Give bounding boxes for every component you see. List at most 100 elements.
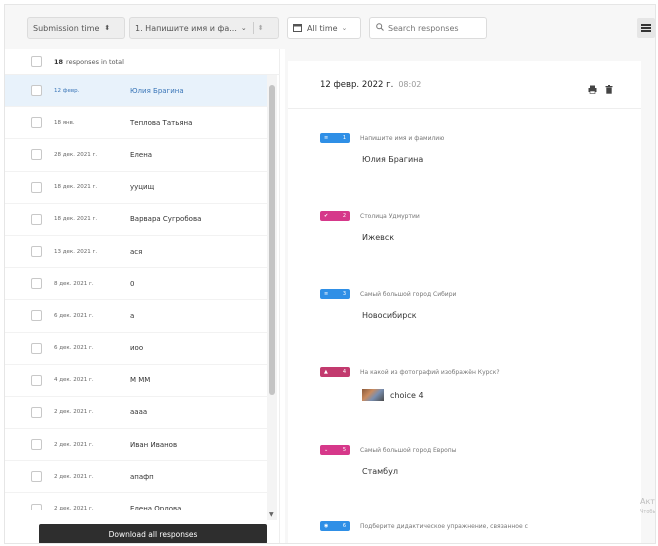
choice-image-thumbnail [362, 389, 384, 401]
response-row[interactable]: 18 дек. 2021 г. ууцищ [5, 172, 267, 204]
response-row-name: М ММ [130, 376, 151, 385]
response-row-name: апафп [130, 472, 154, 481]
time-filter-label: All time [307, 23, 338, 33]
question-header: ⌄ 5 Самый большой город Европы [320, 445, 640, 455]
response-row-name: аааа [130, 408, 148, 417]
response-row[interactable]: 2 дек. 2021 г. аааа [5, 397, 267, 430]
answer-block: ▲ 4 На какой из фотографий изображён Курск… [320, 367, 640, 401]
question-filter-dropdown[interactable]: 1. Напишите имя и фа... ⌄ ⬍ [129, 17, 279, 39]
download-all-label: Download all responses [108, 529, 198, 539]
response-row[interactable]: 13 дек. 2021 г. ася [5, 236, 267, 269]
toolbar: Submission time ⬍ 1. Напишите имя и фа..… [5, 5, 655, 49]
question-type-icon: ≡ [324, 135, 329, 141]
question-type-icon: ◉ [324, 523, 329, 529]
response-row-name: Варвара Сугробова [130, 215, 202, 224]
response-row[interactable]: 6 дек. 2021 г. а [5, 300, 267, 333]
response-row[interactable]: 18 дек. 2021 г. Варвара Сугробова [5, 204, 267, 236]
search-input[interactable] [388, 23, 483, 33]
response-row-date: 18 дек. 2021 г. [54, 216, 98, 223]
answer-text: Стамбул [362, 467, 398, 476]
question-number: 4 [342, 369, 346, 375]
question-type-icon: ⌄ [324, 447, 329, 453]
response-row-name: иоо [130, 344, 144, 353]
responses-total-label: responses in total [66, 57, 124, 66]
trash-icon[interactable] [605, 79, 613, 98]
sort-arrows-icon: ⬍ [104, 24, 111, 32]
answer-block: ⌄ 5 Самый большой город Европы Стамбул [320, 445, 640, 476]
answer-value: Стамбул [362, 467, 640, 476]
response-row[interactable]: 6 дек. 2021 г. иоо [5, 333, 267, 365]
scroll-down-icon[interactable]: ▼ [269, 511, 274, 518]
chevron-down-icon: ⌄ [240, 24, 247, 32]
response-row-date: 12 февр. [54, 87, 80, 94]
response-row-date: 13 дек. 2021 г. [54, 248, 98, 255]
select-all-checkbox[interactable] [31, 56, 42, 67]
answer-block: ◉ 6 Подберите дидактическое упражнение, св… [320, 521, 640, 531]
calendar-icon [293, 23, 302, 34]
watermark-line-1: Акти [640, 497, 655, 506]
question-number: 1 [342, 135, 346, 141]
question-header: ≡ 1 Напишите имя и фамилию [320, 133, 640, 143]
response-row[interactable]: 2 дек. 2021 г. Елена Орлова [5, 493, 267, 510]
response-row-date: 18 янв. [54, 119, 75, 126]
sort-dropdown[interactable]: Submission time ⬍ [27, 17, 125, 39]
question-header: ✔ 2 Столица Удмуртии [320, 211, 640, 221]
question-text: Напишите имя и фамилию [360, 134, 445, 142]
print-icon[interactable] [588, 79, 597, 98]
response-checkbox[interactable] [31, 117, 42, 129]
response-checkbox[interactable] [31, 278, 42, 290]
response-card: 12 февр. 2022 г. 08:02 ≡ 1 Напишите имя и … [288, 61, 641, 543]
response-checkbox[interactable] [31, 181, 42, 193]
response-row[interactable]: 4 дек. 2021 г. М ММ [5, 365, 267, 397]
responses-total-row: 18 responses in total [5, 49, 280, 75]
response-row[interactable]: 2 дек. 2021 г. апафп [5, 461, 267, 494]
response-row[interactable]: 12 февр. Юлия Брагина [5, 75, 267, 108]
response-checkbox[interactable] [31, 471, 42, 483]
response-checkbox[interactable] [31, 310, 42, 322]
response-row-date: 2 дек. 2021 г. [54, 409, 94, 416]
typeform-results-window: Submission time ⬍ 1. Напишите имя и фа..… [4, 4, 656, 544]
question-type-icon: ✔ [324, 213, 329, 219]
question-type-badge: ✔ 2 [320, 211, 350, 221]
sort-arrows-icon: ⬍ [257, 24, 264, 32]
download-all-button[interactable]: Download all responses [39, 524, 267, 543]
response-row[interactable]: 2 дек. 2021 г. Иван Иванов [5, 429, 267, 462]
response-row-date: 28 дек. 2021 г. [54, 151, 98, 158]
response-row[interactable]: 8 дек. 2021 г. 0 [5, 268, 267, 301]
response-row-name: 0 [130, 279, 135, 288]
response-checkbox[interactable] [31, 374, 42, 386]
response-checkbox[interactable] [31, 213, 42, 225]
response-checkbox[interactable] [31, 246, 42, 258]
response-checkbox[interactable] [31, 439, 42, 451]
sort-label: Submission time [33, 23, 100, 33]
response-row-name: Иван Иванов [130, 440, 178, 449]
question-text: Подберите дидактическое упражнение, связ… [360, 522, 528, 530]
scrollbar-thumb[interactable] [269, 85, 275, 395]
response-checkbox[interactable] [31, 149, 42, 161]
time-filter-dropdown[interactable]: All time ⌄ [287, 17, 361, 39]
answer-value: Юлия Брагина [362, 155, 640, 164]
response-checkbox[interactable] [31, 342, 42, 354]
table-view-icon[interactable] [637, 18, 655, 38]
answer-block: ≡ 3 Самый большой город Сибири Новосибирск [320, 289, 640, 320]
question-type-icon: ▲ [324, 369, 328, 375]
response-row-date: 8 дек. 2021 г. [54, 280, 94, 287]
response-row-name: Елена [130, 150, 153, 159]
answer-text: Новосибирск [362, 311, 417, 320]
question-filter-label: 1. Напишите имя и фа... [135, 23, 237, 33]
scrollbar[interactable]: ▼ [267, 75, 277, 520]
question-type-badge: ⌄ 5 [320, 445, 350, 455]
response-row[interactable]: 28 дек. 2021 г. Елена [5, 139, 267, 172]
response-header: 12 февр. 2022 г. 08:02 [288, 61, 641, 109]
search-box[interactable] [369, 17, 487, 39]
answer-text: Юлия Брагина [362, 155, 424, 164]
question-type-badge: ◉ 6 [320, 521, 350, 531]
response-actions [588, 79, 613, 98]
response-time: 08:02 [398, 80, 422, 89]
response-row[interactable]: 18 янв. Теплова Татьяна [5, 107, 267, 140]
response-checkbox[interactable] [31, 85, 42, 97]
answer-block: ≡ 1 Напишите имя и фамилию Юлия Брагина [320, 133, 640, 164]
response-checkbox[interactable] [31, 406, 42, 418]
response-checkbox[interactable] [31, 503, 42, 510]
answer-value: choice 4 [362, 389, 640, 401]
